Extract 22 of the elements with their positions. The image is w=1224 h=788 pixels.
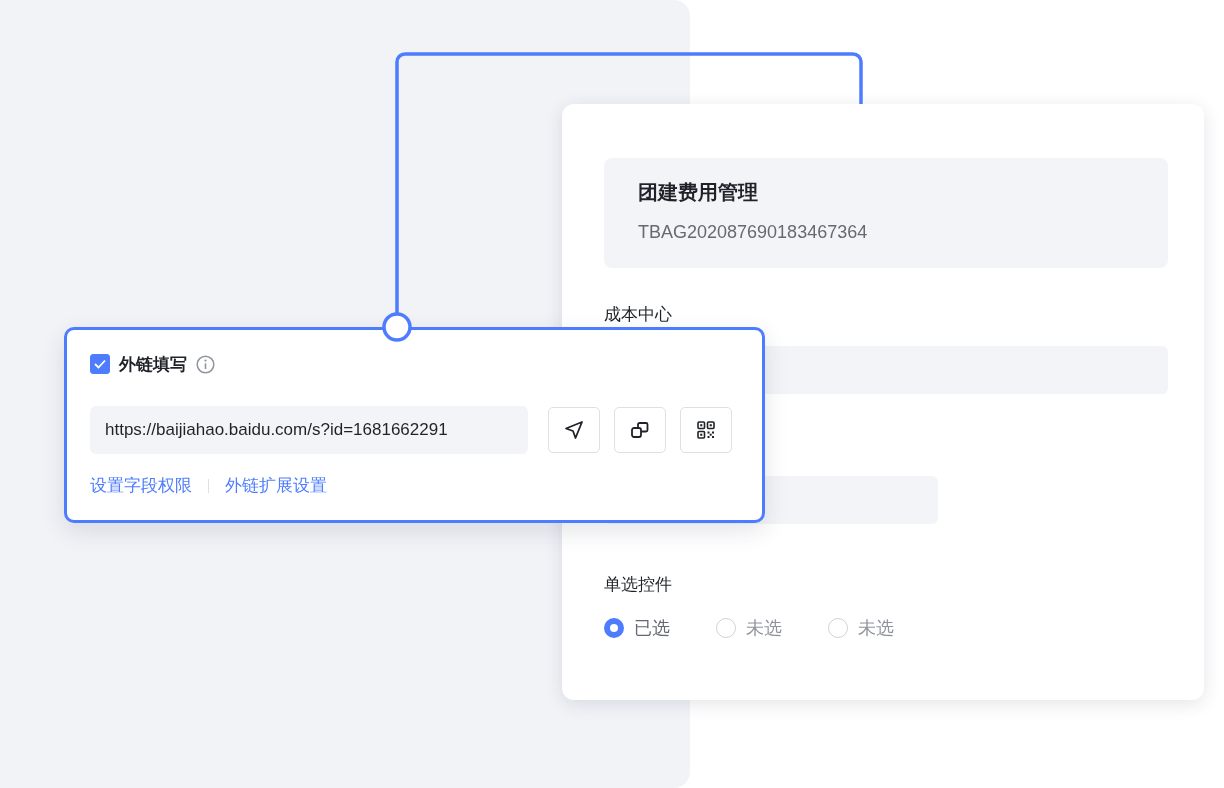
checkmark-icon bbox=[94, 359, 106, 369]
info-icon[interactable] bbox=[196, 354, 215, 374]
settings-link[interactable]: 设置字段权限 bbox=[90, 474, 192, 497]
connector-handle[interactable] bbox=[382, 312, 412, 342]
send-button[interactable] bbox=[548, 407, 600, 453]
radio-group-label: 单选控件 bbox=[604, 574, 672, 596]
qr-code-button[interactable] bbox=[680, 407, 732, 453]
send-icon bbox=[564, 420, 584, 440]
radio-label[interactable]: 未选 bbox=[858, 616, 894, 640]
qr-code-icon bbox=[696, 420, 716, 440]
form-code: TBAG202087690183467364 bbox=[638, 221, 868, 244]
checkbox-label[interactable]: 外链填写 bbox=[119, 352, 187, 376]
checkbox[interactable] bbox=[90, 354, 110, 374]
radio-label[interactable]: 已选 bbox=[634, 616, 670, 640]
form-title: 团建费用管理 bbox=[638, 180, 758, 205]
settings-link[interactable]: 外链扩展设置 bbox=[225, 474, 327, 497]
field-label: 成本中心 bbox=[604, 304, 672, 326]
copy-button[interactable] bbox=[614, 407, 666, 453]
radio-label[interactable]: 未选 bbox=[746, 616, 782, 640]
url-field[interactable]: https://baijiahao.baidu.com/s?id=1681662291 bbox=[90, 406, 528, 454]
copy-icon bbox=[630, 420, 650, 440]
radio-button[interactable] bbox=[604, 618, 624, 638]
